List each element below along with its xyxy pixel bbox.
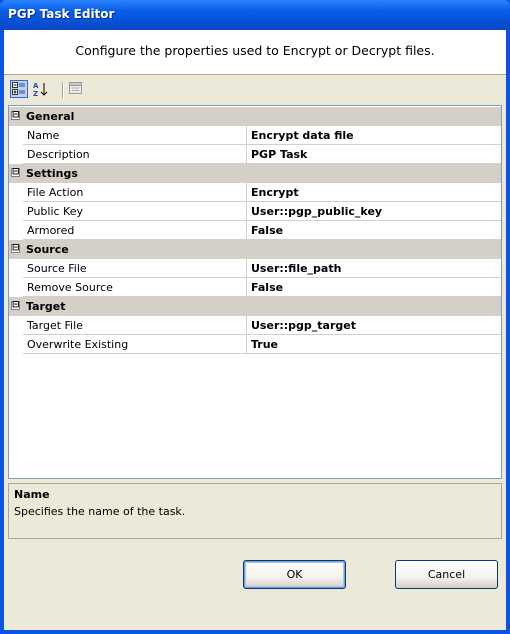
description-text: Specifies the name of the task. bbox=[14, 505, 186, 518]
property-value[interactable]: User::file_path bbox=[247, 259, 501, 277]
collapse-icon[interactable]: ⊟ bbox=[11, 301, 20, 310]
dialog-header: Configure the properties used to Encrypt… bbox=[4, 30, 506, 75]
window-title: PGP Task Editor bbox=[8, 7, 115, 21]
property-value[interactable]: Encrypt data file bbox=[247, 126, 501, 144]
property-value[interactable]: False bbox=[247, 278, 501, 296]
property-name: Description bbox=[23, 145, 247, 163]
collapse-icon[interactable]: ⊟ bbox=[11, 111, 20, 120]
property-row-remove-source[interactable]: Remove Source False bbox=[23, 278, 501, 297]
svg-text:A: A bbox=[33, 82, 39, 90]
header-text: Configure the properties used to Encrypt… bbox=[75, 43, 435, 58]
property-row-target-file[interactable]: Target File User::pgp_target bbox=[23, 316, 501, 335]
dialog-window: PGP Task Editor Configure the properties… bbox=[0, 0, 510, 634]
categorized-button[interactable] bbox=[10, 80, 28, 98]
category-label: General bbox=[26, 110, 75, 123]
collapse-icon[interactable]: ⊟ bbox=[11, 168, 20, 177]
property-name: Target File bbox=[23, 316, 247, 334]
property-value[interactable]: PGP Task bbox=[247, 145, 501, 163]
property-name: Remove Source bbox=[23, 278, 247, 296]
property-grid: ⊟ General Name Encrypt data file Descrip… bbox=[8, 105, 502, 479]
property-pages-button[interactable] bbox=[68, 80, 86, 98]
property-grid-toolbar: A Z bbox=[8, 78, 502, 102]
alphabetical-sort-icon: A Z bbox=[33, 82, 48, 97]
category-label: Target bbox=[26, 300, 66, 313]
ok-button[interactable]: OK bbox=[243, 560, 346, 589]
property-name: Armored bbox=[23, 221, 247, 239]
categorized-icon bbox=[12, 82, 25, 95]
property-name: Overwrite Existing bbox=[23, 335, 247, 353]
property-name: File Action bbox=[23, 183, 247, 201]
property-name: Public Key bbox=[23, 202, 247, 220]
dialog-client: Configure the properties used to Encrypt… bbox=[4, 30, 506, 630]
category-source[interactable]: ⊟ Source bbox=[9, 240, 501, 259]
toolbar-separator bbox=[62, 82, 64, 98]
category-label: Source bbox=[26, 243, 69, 256]
property-row-source-file[interactable]: Source File User::file_path bbox=[23, 259, 501, 278]
property-value[interactable]: User::pgp_public_key bbox=[247, 202, 501, 220]
property-row-name[interactable]: Name Encrypt data file bbox=[23, 126, 501, 145]
property-name: Source File bbox=[23, 259, 247, 277]
category-general[interactable]: ⊟ General bbox=[9, 107, 501, 126]
property-value[interactable]: True bbox=[247, 335, 501, 353]
property-value[interactable]: User::pgp_target bbox=[247, 316, 501, 334]
description-title: Name bbox=[14, 488, 50, 501]
property-row-description[interactable]: Description PGP Task bbox=[23, 145, 501, 164]
svg-text:Z: Z bbox=[33, 90, 38, 97]
property-value[interactable]: False bbox=[247, 221, 501, 239]
property-pages-icon bbox=[69, 82, 82, 94]
alphabetical-button[interactable]: A Z bbox=[32, 80, 50, 98]
property-value[interactable]: Encrypt bbox=[247, 183, 501, 201]
property-row-public-key[interactable]: Public Key User::pgp_public_key bbox=[23, 202, 501, 221]
title-bar[interactable]: PGP Task Editor bbox=[0, 0, 510, 30]
category-target[interactable]: ⊟ Target bbox=[9, 297, 501, 316]
property-row-overwrite-existing[interactable]: Overwrite Existing True bbox=[23, 335, 501, 354]
property-name: Name bbox=[23, 126, 247, 144]
property-row-armored[interactable]: Armored False bbox=[23, 221, 501, 240]
category-settings[interactable]: ⊟ Settings bbox=[9, 164, 501, 183]
category-label: Settings bbox=[26, 167, 78, 180]
cancel-button[interactable]: Cancel bbox=[395, 560, 498, 589]
property-row-file-action[interactable]: File Action Encrypt bbox=[23, 183, 501, 202]
description-panel: Name Specifies the name of the task. bbox=[8, 483, 502, 539]
collapse-icon[interactable]: ⊟ bbox=[11, 244, 20, 253]
